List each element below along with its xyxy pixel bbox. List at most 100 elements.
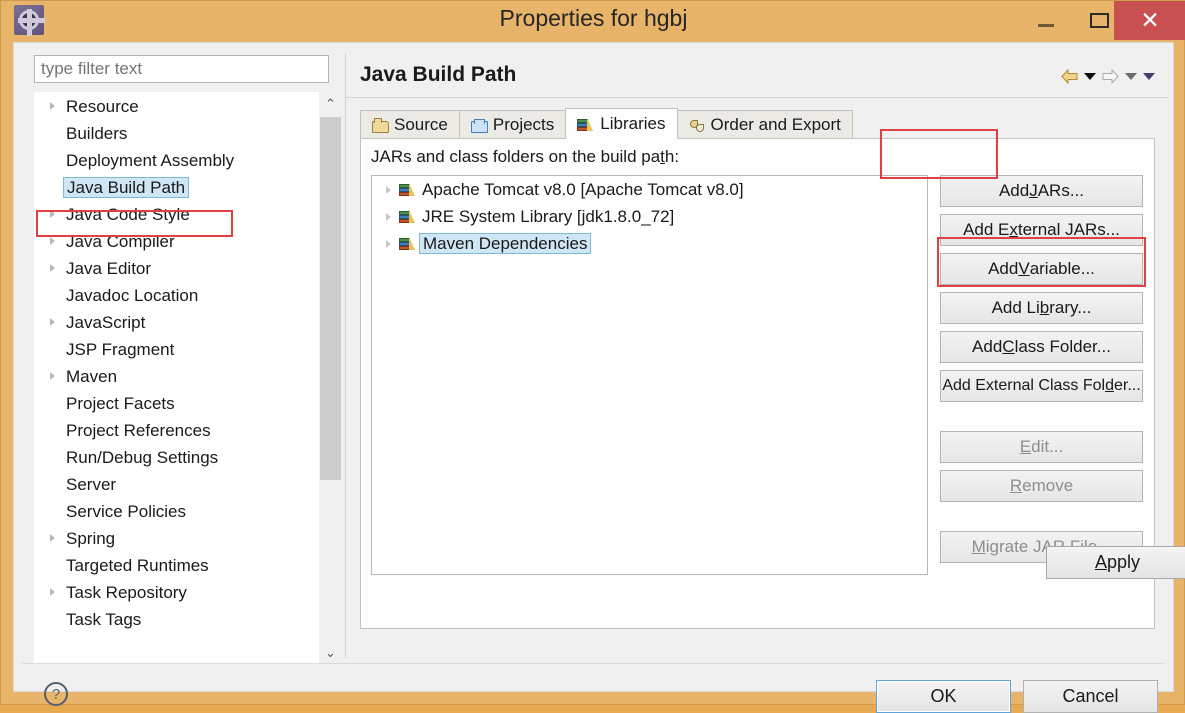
- chevron-right-icon[interactable]: [50, 264, 55, 272]
- scroll-down-icon[interactable]: ⌄: [319, 641, 342, 664]
- sidebar-scrollbar[interactable]: ⌃ ⌄: [319, 92, 342, 664]
- sidebar-item-java-code-style[interactable]: Java Code Style: [35, 201, 328, 228]
- sidebar-item-label: Deployment Assembly: [66, 151, 235, 170]
- add-library-button[interactable]: Add Li b rary...: [940, 292, 1143, 324]
- btn-accel: d: [1105, 377, 1114, 394]
- chevron-right-icon[interactable]: [386, 213, 391, 221]
- sidebar-item-javascript[interactable]: JavaScript: [35, 309, 328, 336]
- jars-label-before: JARs and class folders on the build pa: [371, 147, 661, 166]
- chevron-right-icon[interactable]: [50, 318, 55, 326]
- chevron-right-icon[interactable]: [386, 186, 391, 194]
- sidebar-item-java-editor[interactable]: Java Editor: [35, 255, 328, 282]
- library-books-icon: [399, 236, 416, 251]
- filter-input[interactable]: [34, 55, 329, 83]
- sidebar-item-label: Resource: [66, 97, 139, 116]
- sidebar-item-label: Server: [66, 475, 117, 494]
- cancel-label: Cancel: [1062, 686, 1119, 706]
- btn-text-after: emove: [1022, 476, 1074, 495]
- main-content-panel: Java Build Path Source Projects Librarie…: [345, 53, 1185, 658]
- tab-source[interactable]: Source: [360, 110, 460, 139]
- list-item-label: Apache Tomcat v8.0 [Apache Tomcat v8.0]: [422, 180, 744, 199]
- tab-libraries[interactable]: Libraries: [565, 108, 678, 139]
- sidebar-item-spring[interactable]: Spring: [35, 525, 328, 552]
- apply-button[interactable]: Apply: [1046, 546, 1185, 579]
- sidebar-item-task-tags[interactable]: Task Tags: [35, 606, 328, 633]
- dialog-body: Resource Builders Deployment Assembly Ja…: [13, 42, 1185, 713]
- ok-button[interactable]: OK: [876, 680, 1011, 713]
- sidebar-item-java-compiler[interactable]: Java Compiler: [35, 228, 328, 255]
- add-jars-button[interactable]: Add J ARs...: [940, 175, 1143, 207]
- btn-text-after: dit...: [1031, 437, 1064, 456]
- list-item[interactable]: JRE System Library [jdk1.8.0_72]: [372, 203, 927, 230]
- back-arrow-icon[interactable]: [1061, 68, 1078, 84]
- sidebar-item-label: JSP Fragment: [66, 340, 175, 359]
- sidebar-item-label: Java Editor: [66, 259, 152, 278]
- edit-button[interactable]: Edit...: [940, 431, 1143, 463]
- forward-arrow-icon[interactable]: [1102, 68, 1119, 84]
- list-item[interactable]: Apache Tomcat v8.0 [Apache Tomcat v8.0]: [372, 176, 927, 203]
- page-title: Java Build Path: [360, 63, 517, 86]
- btn-text-after: rary...: [1049, 298, 1092, 317]
- sidebar-item-server[interactable]: Server: [35, 471, 328, 498]
- apply-label: pply: [1106, 552, 1141, 572]
- jars-list-label: JARs and class folders on the build path…: [371, 147, 679, 167]
- sidebar-item-targeted-runtimes[interactable]: Targeted Runtimes: [35, 552, 328, 579]
- chevron-right-icon[interactable]: [50, 210, 55, 218]
- sidebar-item-jsp-fragment[interactable]: JSP Fragment: [35, 336, 328, 363]
- close-button[interactable]: ✕: [1114, 1, 1185, 40]
- settings-sidebar: Resource Builders Deployment Assembly Ja…: [22, 53, 342, 664]
- sidebar-item-run-debug-settings[interactable]: Run/Debug Settings: [35, 444, 328, 471]
- add-external-jars-button[interactable]: Add Ex ternal JARs...: [940, 214, 1143, 246]
- tab-order-and-export[interactable]: Order and Export: [676, 110, 853, 139]
- sidebar-item-maven[interactable]: Maven: [35, 363, 328, 390]
- sidebar-item-project-facets[interactable]: Project Facets: [35, 390, 328, 417]
- more-menu-chevron-down-icon[interactable]: [1143, 72, 1155, 80]
- tab-bar: Source Projects Libraries Order and Expo…: [360, 108, 853, 139]
- sidebar-item-label: Java Code Style: [66, 205, 190, 224]
- minimize-button[interactable]: [1023, 1, 1069, 40]
- btn-accel: E: [1019, 437, 1032, 456]
- back-menu-chevron-down-icon[interactable]: [1084, 72, 1096, 80]
- sidebar-item-project-references[interactable]: Project References: [35, 417, 328, 444]
- add-external-class-folder-button[interactable]: Add External Class Fol d er...: [940, 370, 1143, 402]
- chevron-right-icon[interactable]: [50, 588, 55, 596]
- sidebar-item-task-repository[interactable]: Task Repository: [35, 579, 328, 606]
- scroll-up-icon[interactable]: ⌃: [319, 92, 342, 115]
- chevron-right-icon[interactable]: [50, 102, 55, 110]
- sidebar-item-label: Run/Debug Settings: [66, 448, 219, 467]
- chevron-right-icon[interactable]: [50, 237, 55, 245]
- title-bar: Properties for hgbj ✕: [1, 1, 1185, 40]
- add-class-folder-button[interactable]: Add Class Folder...: [940, 331, 1143, 363]
- btn-accel: J: [1029, 181, 1038, 200]
- sidebar-item-label: Task Repository: [66, 583, 187, 602]
- apply-accel: A: [1094, 552, 1107, 572]
- sidebar-item-label: Java Build Path: [63, 177, 190, 198]
- button-group-spacer: [940, 509, 1143, 531]
- sidebar-item-javadoc-location[interactable]: Javadoc Location: [35, 282, 328, 309]
- list-item-label: JRE System Library [jdk1.8.0_72]: [422, 207, 675, 226]
- cancel-button[interactable]: Cancel: [1023, 680, 1158, 713]
- properties-dialog-window: Properties for hgbj ✕ Resource Builders: [0, 0, 1185, 713]
- sidebar-item-label: Task Tags: [66, 610, 142, 629]
- sidebar-item-service-policies[interactable]: Service Policies: [35, 498, 328, 525]
- chevron-right-icon[interactable]: [50, 372, 55, 380]
- remove-button[interactable]: Remove: [940, 470, 1143, 502]
- sidebar-item-resource[interactable]: Resource: [35, 93, 328, 120]
- sidebar-item-deployment-assembly[interactable]: Deployment Assembly: [35, 147, 328, 174]
- sidebar-item-java-build-path[interactable]: Java Build Path: [35, 174, 328, 201]
- list-item[interactable]: Maven Dependencies: [372, 230, 927, 257]
- btn-accel: b: [1039, 298, 1050, 317]
- tab-projects[interactable]: Projects: [458, 110, 567, 139]
- sidebar-item-builders[interactable]: Builders: [35, 120, 328, 147]
- title-divider: [346, 97, 1168, 98]
- maximize-button[interactable]: [1079, 1, 1119, 40]
- chevron-right-icon[interactable]: [50, 534, 55, 542]
- chevron-right-icon[interactable]: [386, 240, 391, 248]
- forward-menu-chevron-down-icon[interactable]: [1125, 72, 1137, 80]
- settings-tree[interactable]: Resource Builders Deployment Assembly Ja…: [34, 92, 329, 664]
- scrollbar-thumb[interactable]: [320, 117, 341, 480]
- question-mark-icon[interactable]: ?: [44, 682, 68, 706]
- libraries-list[interactable]: Apache Tomcat v8.0 [Apache Tomcat v8.0] …: [371, 175, 928, 575]
- sidebar-item-label: JavaScript: [66, 313, 146, 332]
- add-variable-button[interactable]: Add Variable...: [940, 253, 1143, 285]
